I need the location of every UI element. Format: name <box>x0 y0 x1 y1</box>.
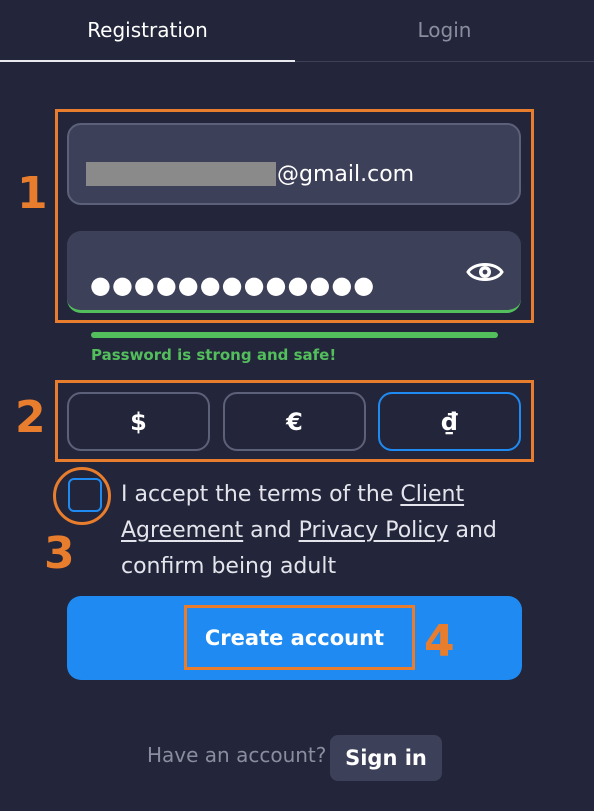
tab-login[interactable]: Login <box>295 0 594 60</box>
eye-icon[interactable] <box>466 258 504 286</box>
terms-and: and <box>243 518 299 543</box>
email-value-suffix: @gmail.com <box>277 162 415 187</box>
annotation-number-4: 4 <box>424 616 455 667</box>
terms-prefix: I accept the terms of the <box>121 482 401 507</box>
terms-checkbox[interactable] <box>68 478 102 512</box>
password-value: ●●●●●●●●●●●●● <box>90 271 376 299</box>
terms-text: I accept the terms of the Client Agreeme… <box>121 477 521 585</box>
have-account-text: Have an account? <box>147 743 327 767</box>
privacy-policy-link[interactable]: Privacy Policy <box>299 518 449 543</box>
sign-in-button[interactable]: Sign in <box>330 735 442 781</box>
password-strength-text: Password is strong and safe! <box>91 346 337 364</box>
annotation-number-1: 1 <box>17 168 48 219</box>
currency-vnd-button[interactable]: ₫ <box>378 392 521 451</box>
email-redaction <box>86 162 276 186</box>
active-tab-indicator <box>0 60 295 62</box>
create-account-label: Create account <box>204 626 385 650</box>
annotation-number-2: 2 <box>15 392 46 443</box>
currency-eur-button[interactable]: € <box>223 392 366 451</box>
password-strength-bar <box>91 332 498 338</box>
annotation-number-3: 3 <box>44 528 75 579</box>
tab-registration[interactable]: Registration <box>0 0 295 60</box>
tab-divider <box>295 61 594 62</box>
currency-usd-button[interactable]: $ <box>67 392 210 451</box>
